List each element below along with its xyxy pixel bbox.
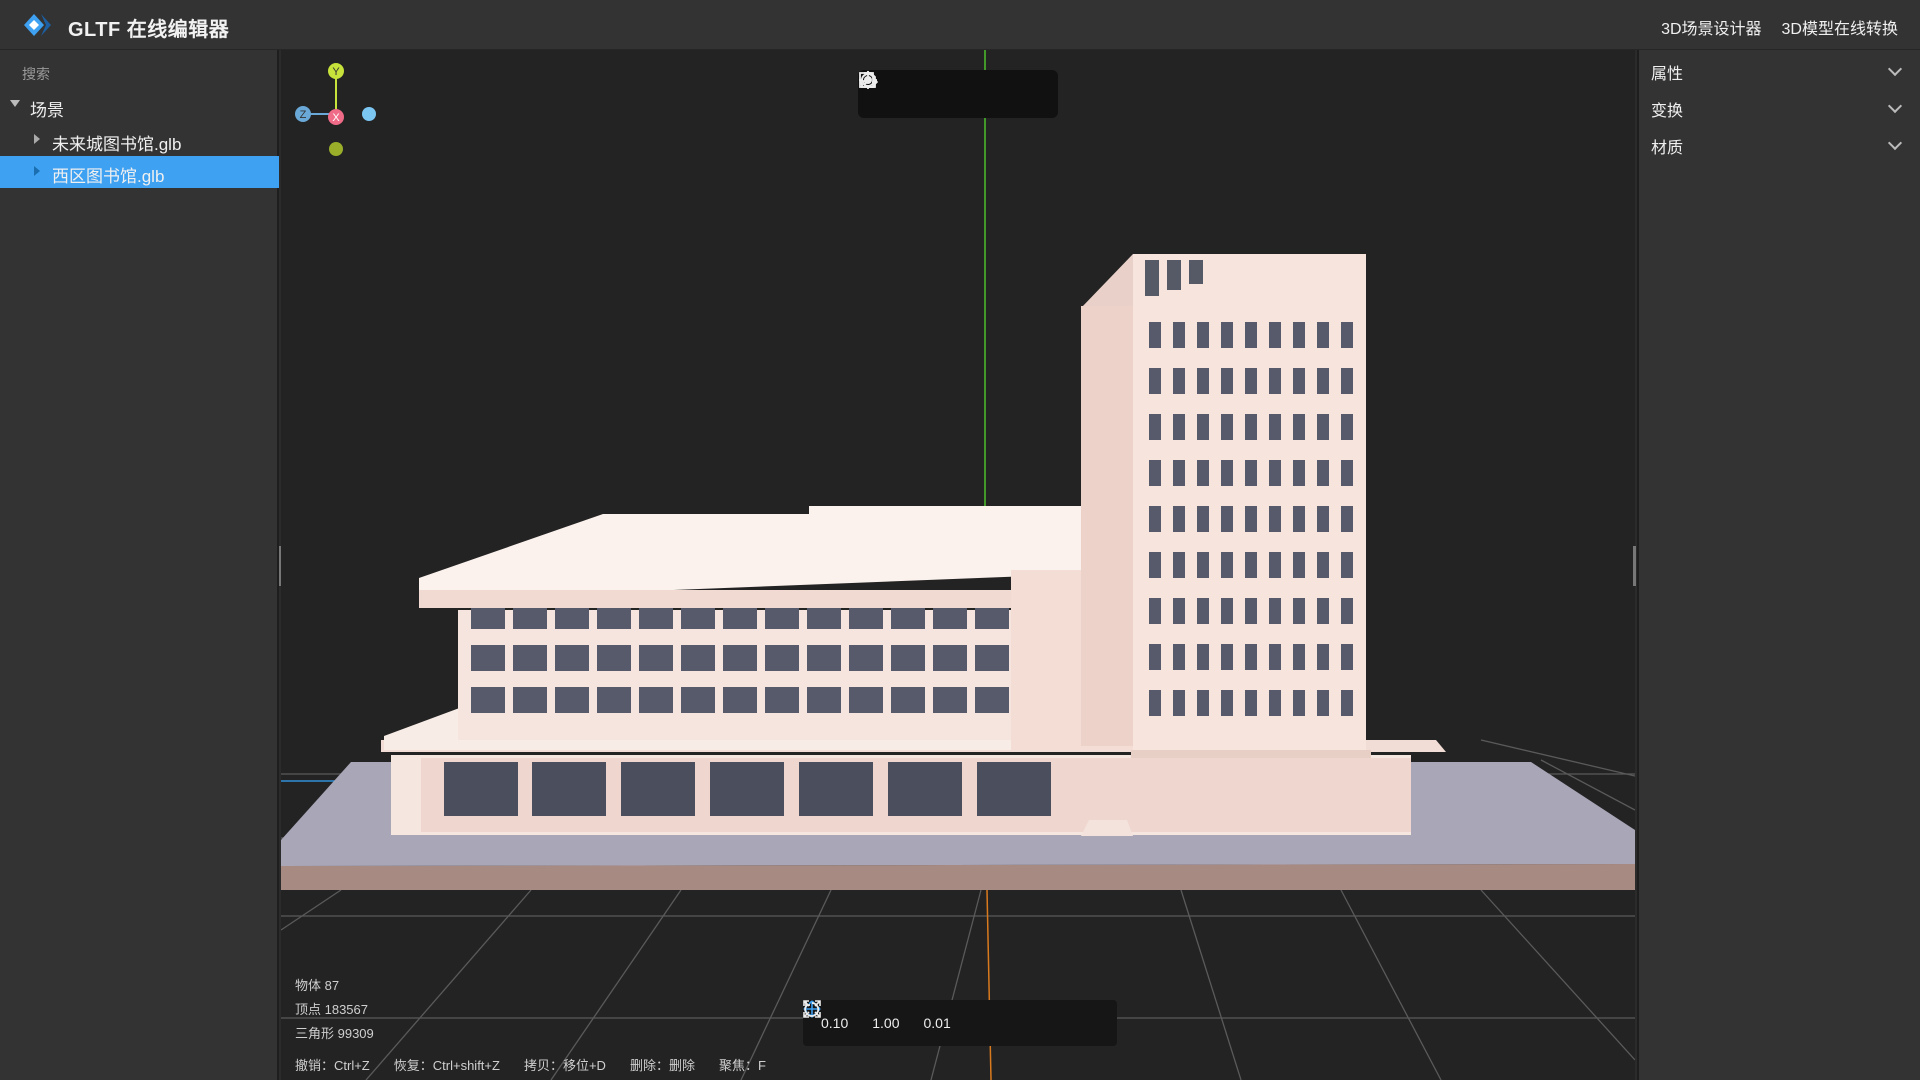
section-transform-label: 变换 xyxy=(1651,103,1684,120)
chevron-down-icon[interactable] xyxy=(1887,98,1903,114)
rotate-snap[interactable]: 1.00 xyxy=(804,1001,900,1031)
section-properties[interactable]: 属性 xyxy=(1639,52,1920,86)
transform-snap-bar: 0.10 1.00 0.01 xyxy=(803,1000,1117,1046)
scale-step-value[interactable]: 0.01 xyxy=(924,1015,951,1031)
section-properties-label: 属性 xyxy=(1651,66,1684,83)
shortcut-undo: 撤销：Ctrl+Z xyxy=(295,1058,370,1073)
chevron-down-icon[interactable] xyxy=(1887,61,1903,77)
reset-icon[interactable] xyxy=(859,73,1008,108)
tree-item-label: 未来城图书馆.glb xyxy=(52,135,182,154)
export-icon[interactable] xyxy=(861,70,1044,108)
3d-viewport[interactable]: 物体 87 顶点 183567 三角形 99309 撤销：Ctrl+Z 恢复：C… xyxy=(281,50,1635,1080)
caret-right-icon[interactable] xyxy=(34,134,40,144)
scale-icon[interactable] xyxy=(803,1000,821,1018)
gizmo-neg-y-handle[interactable] xyxy=(329,142,343,156)
top-bar: GLTF 在线编辑器 3D场景设计器 3D模型在线转换 xyxy=(0,0,1920,50)
right-splitter-handle[interactable] xyxy=(1633,546,1636,586)
z-axis-line xyxy=(986,889,992,1080)
tree-root-label: 场景 xyxy=(30,101,64,120)
section-material[interactable]: 材质 xyxy=(1639,126,1920,160)
scale-snap[interactable]: 0.01 xyxy=(803,1000,951,1031)
model-converter-link[interactable]: 3D模型在线转换 xyxy=(1782,15,1898,39)
section-material-label: 材质 xyxy=(1651,140,1684,157)
scene-stats: 物体 87 顶点 183567 三角形 99309 xyxy=(295,974,374,1046)
shortcut-redo: 恢复：Ctrl+shift+Z xyxy=(393,1058,500,1073)
shortcut-delete: 删除：删除 xyxy=(629,1058,695,1073)
scene-render xyxy=(281,50,1635,1080)
shortcut-copy: 拷贝：移位+D xyxy=(523,1058,606,1073)
stat-triangles: 三角形 99309 xyxy=(295,1026,374,1041)
tree-item-west-library[interactable]: 西区图书馆.glb xyxy=(0,156,279,188)
scene-tree-panel: 搜索 场景 未来城图书馆.glb 西区图书馆.glb xyxy=(0,50,279,1080)
chevron-down-icon[interactable] xyxy=(1887,135,1903,151)
tree-item-future-city-library[interactable]: 未来城图书馆.glb xyxy=(0,124,279,156)
tree-root-scene[interactable]: 场景 xyxy=(0,92,279,122)
inspector-panel: 属性 变换 材质 xyxy=(1637,50,1920,1080)
gizmo-neg-z-handle[interactable] xyxy=(362,107,376,121)
rotate-step-value[interactable]: 1.00 xyxy=(872,1015,899,1031)
app-logo-icon xyxy=(24,14,51,36)
scene-designer-link[interactable]: 3D场景设计器 xyxy=(1661,15,1761,39)
top-links: 3D场景设计器 3D模型在线转换 xyxy=(1661,15,1898,39)
gizmo-y-label: Y xyxy=(332,66,340,78)
gizmo-x-label: X xyxy=(332,112,340,124)
ground-slab-front xyxy=(281,864,1635,890)
stat-objects: 物体 87 xyxy=(295,978,340,993)
app-title: GLTF 在线编辑器 xyxy=(68,19,230,41)
gizmo-z-label: Z xyxy=(300,109,307,121)
search-input[interactable]: 搜索 xyxy=(22,64,50,84)
tree-item-label: 西区图书馆.glb xyxy=(52,167,165,186)
translate-step-value[interactable]: 0.10 xyxy=(821,1015,848,1031)
building-model xyxy=(381,254,1446,836)
stat-vertices: 顶点 183567 xyxy=(295,1002,368,1017)
axis-gizmo[interactable]: Y Z X xyxy=(281,50,391,160)
replace-model-icon[interactable] xyxy=(859,72,936,108)
translate-snap[interactable]: 0.10 xyxy=(803,1000,848,1031)
focus-icon[interactable] xyxy=(859,71,972,108)
caret-right-icon[interactable] xyxy=(34,166,40,176)
section-transform[interactable]: 变换 xyxy=(1639,89,1920,123)
viewport-toolbar xyxy=(858,70,1058,118)
shortcut-focus: 聚焦：F xyxy=(718,1058,766,1073)
caret-down-icon[interactable] xyxy=(10,100,20,107)
shortcut-hints: 撤销：Ctrl+Z 恢复：Ctrl+shift+Z 拷贝：移位+D 删除：删除 … xyxy=(295,1055,766,1074)
